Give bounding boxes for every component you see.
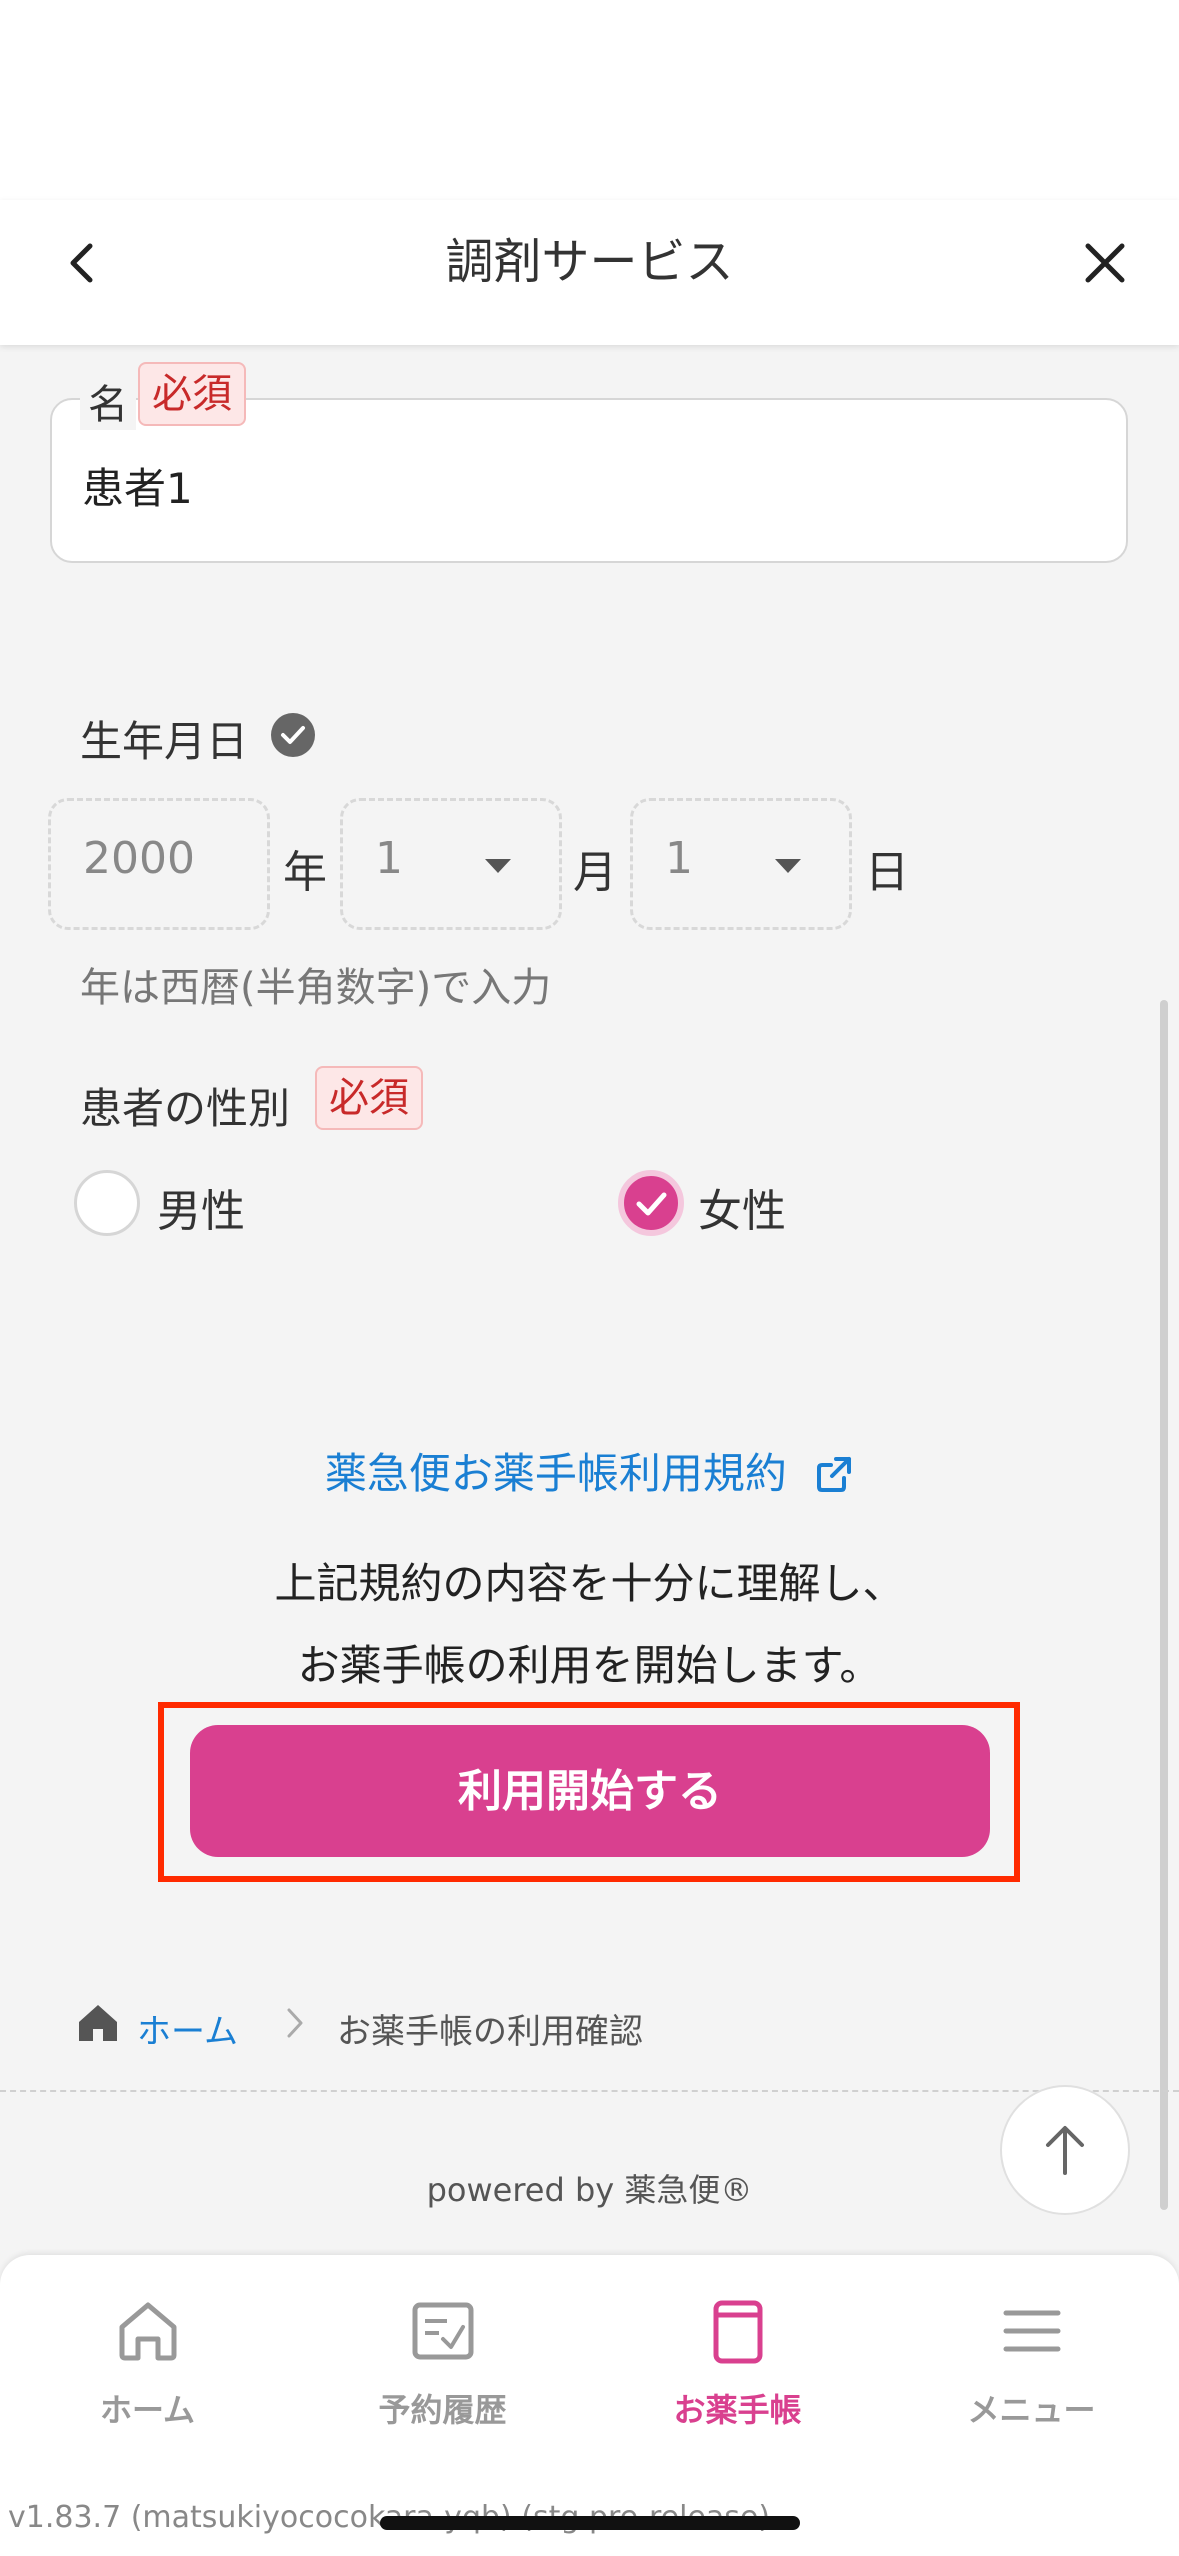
gender-label: 患者の性別 — [80, 1084, 291, 1133]
check-circle-icon — [271, 713, 315, 757]
gender-option-female[interactable]: 女性 — [698, 1175, 786, 1239]
gender-radio-female[interactable] — [618, 1170, 684, 1236]
gender-radio-male[interactable] — [74, 1170, 140, 1236]
terms-link-text[interactable]: 薬急便お薬手帳利用規約 — [325, 1449, 787, 1498]
tab-notebook-label: お薬手帳 — [673, 2391, 802, 2429]
home-icon — [79, 2005, 117, 2041]
menu-icon — [1003, 2310, 1060, 2352]
history-icon — [412, 2302, 473, 2360]
tab-menu[interactable]: メニュー — [884, 2295, 1179, 2455]
breadcrumb-current: お薬手帳の利用確認 — [337, 2012, 643, 2052]
chevron-right-icon — [287, 2008, 303, 2038]
agreement-text-line1: 上記規約の内容を十分に理解し、 — [274, 1559, 905, 1608]
dob-hint: 年は西暦(半角数字)で入力 — [80, 965, 552, 1011]
dob-label: 生年月日 — [80, 717, 249, 766]
dob-year-value: 2000 — [83, 833, 195, 884]
form-content — [0, 345, 1179, 2255]
start-using-button[interactable]: 利用開始する — [190, 1725, 990, 1857]
required-badge: 必須 — [315, 1066, 423, 1130]
caret-down-icon — [775, 859, 801, 873]
home-indicator — [380, 2516, 800, 2530]
caret-down-icon — [485, 859, 511, 873]
name-field-label: 名 — [80, 372, 136, 430]
required-badge: 必須 — [138, 362, 246, 426]
close-button[interactable] — [1080, 238, 1130, 288]
tab-menu-label: メニュー — [967, 2391, 1096, 2429]
dob-day-unit: 日 — [865, 847, 909, 898]
dob-day-value: 1 — [665, 833, 693, 884]
tab-history-label: 予約履歴 — [378, 2391, 507, 2429]
tab-home-label: ホーム — [99, 2391, 196, 2429]
dob-month-value: 1 — [375, 833, 403, 884]
tab-notebook[interactable]: お薬手帳 — [590, 2295, 885, 2455]
breadcrumb-home-link[interactable]: ホーム — [137, 2004, 238, 2053]
page-title: 調剤サービス — [445, 234, 734, 290]
status-bar-area — [0, 0, 1179, 200]
dob-year-input[interactable]: 2000 — [48, 798, 270, 930]
dob-month-unit: 月 — [573, 847, 617, 898]
notebook-icon — [713, 2300, 762, 2364]
agreement-text-line2: お薬手帳の利用を開始します。 — [297, 1641, 882, 1690]
close-icon — [1085, 243, 1125, 283]
tab-history[interactable]: 予約履歴 — [295, 2295, 590, 2455]
name-field-value: 患者1 — [82, 464, 193, 513]
external-link-icon — [817, 1457, 852, 1492]
terms-link[interactable]: 薬急便お薬手帳利用規約 — [0, 1440, 1179, 1501]
dob-month-select[interactable]: 1 — [340, 798, 562, 930]
dob-day-select[interactable]: 1 — [630, 798, 852, 930]
scroll-to-top-button[interactable] — [1000, 2085, 1130, 2215]
app-header: 調剤サービス — [0, 200, 1179, 345]
gender-option-male[interactable]: 男性 — [157, 1175, 245, 1239]
arrow-up-icon — [1046, 2126, 1084, 2175]
check-icon — [636, 1192, 667, 1216]
home-icon — [119, 2302, 176, 2361]
tab-home[interactable]: ホーム — [0, 2295, 295, 2455]
dob-year-unit: 年 — [283, 847, 327, 898]
